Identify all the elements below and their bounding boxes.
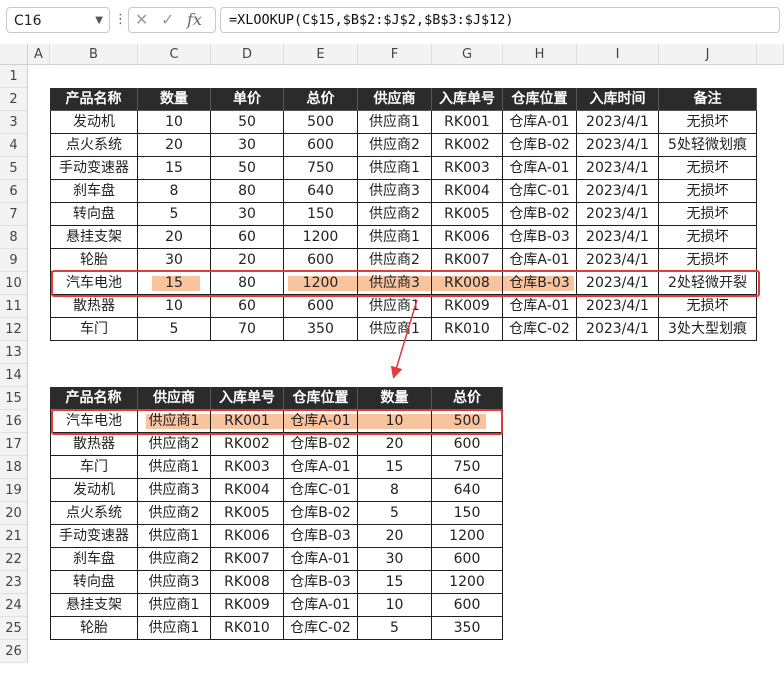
annotation-arrow (390, 299, 418, 379)
arrow-line (390, 299, 418, 379)
